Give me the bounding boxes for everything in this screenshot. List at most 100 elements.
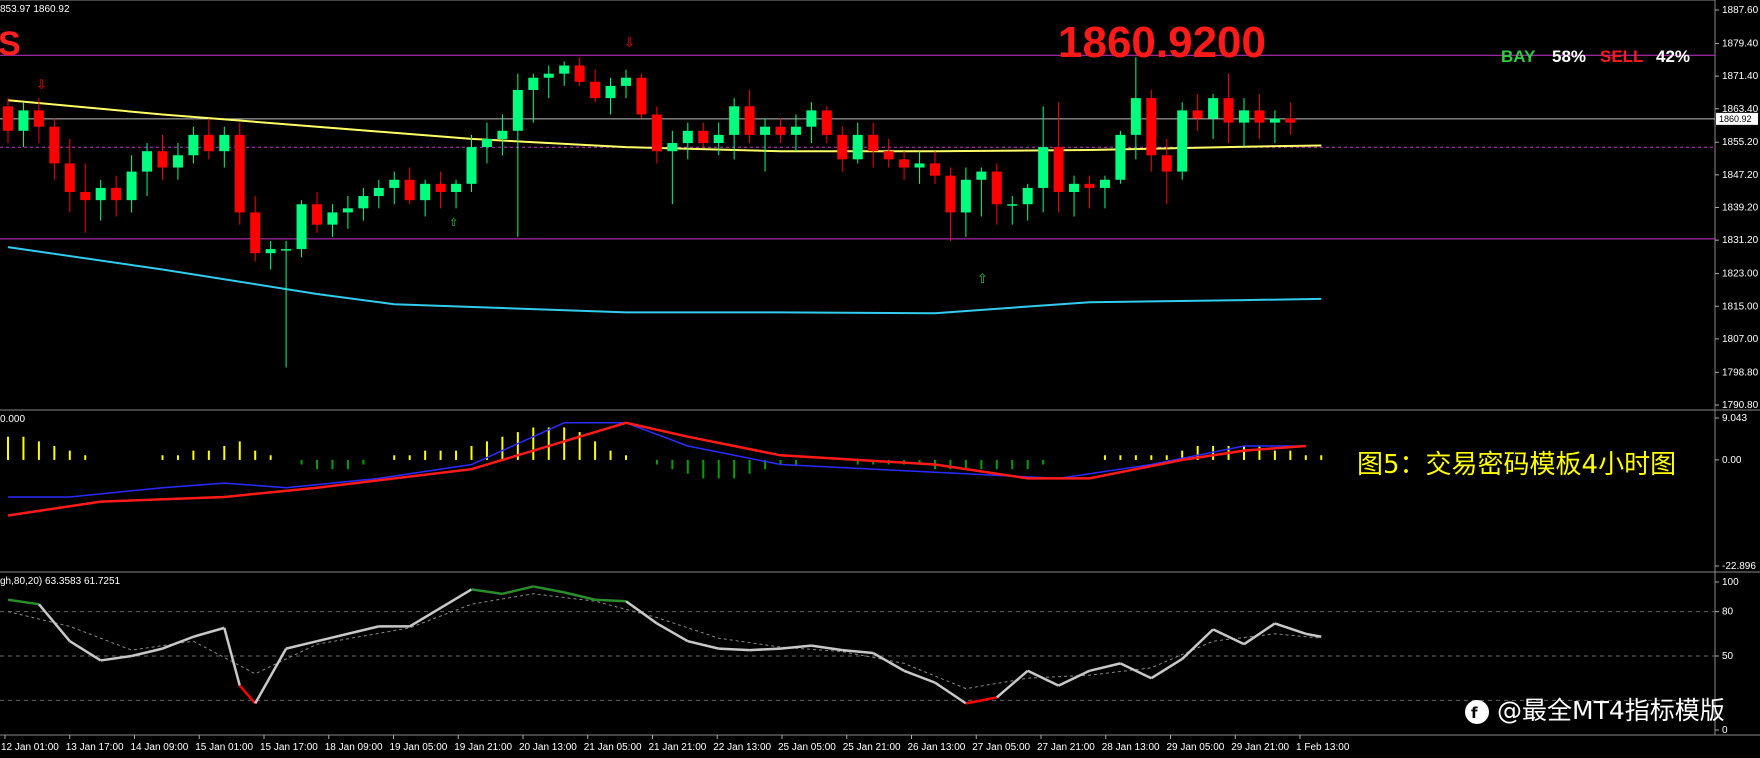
stoch-segment	[285, 639, 318, 650]
stoch-segment	[193, 626, 225, 638]
candle-body	[636, 77, 647, 115]
candle-body	[1084, 183, 1095, 188]
y-tick-label: 100	[1722, 577, 1739, 588]
candle-body	[64, 163, 75, 192]
x-tick-label: 27 Jan 21:00	[1037, 742, 1095, 753]
macd-panel: 9.043 0.00 -22.896 0.000 图5：交易密码模板4小时图	[0, 413, 1756, 572]
candle-body	[296, 204, 307, 250]
y-tick-label: 1887.60	[1722, 5, 1759, 16]
watermark-text: @最全MT4指标模版	[1497, 696, 1725, 725]
y-tick-label: 1855.20	[1722, 137, 1759, 148]
stoch-segment	[7, 598, 40, 606]
candle-body	[481, 138, 492, 148]
candle-body	[312, 204, 322, 225]
x-tick-label: 25 Jan 21:00	[843, 742, 901, 753]
candle-body	[760, 126, 771, 135]
candle-body	[991, 171, 1002, 205]
candle-body	[250, 212, 261, 254]
candle-body	[1192, 110, 1203, 119]
y-tick-label: 1790.80	[1722, 400, 1759, 411]
candle-body	[342, 208, 353, 213]
stochastic-label: gh,80,20) 63.3583 61.7251	[0, 576, 121, 587]
candle-body	[1053, 147, 1064, 192]
sell-percent: 42%	[1656, 47, 1690, 66]
candle-body	[3, 106, 13, 131]
signal-letter: S	[0, 25, 21, 63]
price-y-axis: 1887.601879.401871.401863.401855.201847.…	[1715, 5, 1759, 411]
candle-body	[1007, 204, 1018, 206]
chart-annotation: 图5：交易密码模板4小时图	[1357, 450, 1676, 480]
candle-body	[80, 191, 91, 201]
y-tick-label: 1871.40	[1722, 71, 1759, 82]
candle-body	[1269, 118, 1280, 123]
x-tick-label: 12 Jan 01:00	[1, 742, 59, 753]
bay-label: BAY	[1501, 47, 1536, 66]
stoch-segment	[254, 647, 288, 704]
candle-body	[33, 110, 44, 127]
candle-body	[281, 249, 292, 251]
candle-body	[466, 147, 477, 184]
macd-y-axis: 9.043 0.00 -22.896	[1715, 413, 1756, 572]
x-tick-label: 13 Jan 17:00	[66, 742, 124, 753]
candle-body	[1069, 183, 1080, 192]
candle-body	[327, 212, 338, 225]
macd-signal-line	[8, 422, 1306, 498]
stoch-segment	[471, 588, 503, 596]
stoch-segment	[995, 669, 1029, 699]
y-tick-label: 1831.20	[1722, 235, 1759, 246]
candle-body	[590, 81, 601, 99]
stoch-segment	[780, 644, 812, 650]
stoch-segment	[1212, 628, 1245, 646]
candle-body	[219, 134, 230, 152]
candle-body	[172, 155, 183, 168]
y-tick-label: 1815.00	[1722, 301, 1759, 312]
candle-body	[1239, 110, 1249, 123]
candle-body	[729, 106, 740, 135]
price-tag-label: 1860.92	[1719, 114, 1752, 124]
candle-body	[234, 134, 245, 213]
stoch-segment	[749, 647, 781, 652]
candle-body	[1223, 98, 1234, 123]
stoch-segment	[1058, 669, 1091, 687]
watermark: f @最全MT4指标模版	[1465, 696, 1725, 725]
x-tick-label: 22 Jan 13:00	[713, 742, 771, 753]
x-axis: 12 Jan 01:00 13 Jan 17:00 14 Jan 09:00 15 J…	[1, 735, 1350, 753]
lower-band-path	[7, 246, 1322, 315]
stoch-segment	[1243, 622, 1276, 646]
candle-body	[651, 114, 662, 152]
candle-body	[142, 151, 153, 172]
macd-main-path	[7, 421, 1306, 517]
price-panel: 1887.601879.401871.401863.401855.201847.…	[0, 0, 1760, 736]
sell-label: SELL	[1600, 47, 1643, 66]
current-price-big: 1860.9200	[1058, 18, 1266, 67]
x-tick-label: 19 Jan 21:00	[454, 742, 512, 753]
stoch-segment	[37, 603, 71, 643]
candle-body	[111, 187, 122, 201]
candle-body	[559, 65, 570, 74]
candle-body	[1099, 179, 1110, 188]
candle-body	[821, 110, 832, 135]
stoch-segment	[162, 635, 194, 650]
y-tick-label: 50	[1722, 651, 1734, 662]
candle-body	[1022, 187, 1033, 205]
stoch-segment	[656, 622, 689, 643]
candle-body	[1285, 118, 1296, 123]
up-arrow-icon: ⇧	[977, 272, 988, 287]
x-tick-label: 25 Jan 05:00	[778, 742, 836, 753]
candle-body	[95, 187, 106, 201]
stoch-segment	[1305, 632, 1322, 638]
stoch-signal-path	[7, 593, 1322, 690]
candle-body	[1115, 134, 1126, 180]
candle-body	[852, 134, 863, 160]
x-tick-label: 21 Jan 21:00	[649, 742, 707, 753]
bay-percent: 58%	[1552, 47, 1586, 66]
lower-band-line	[7, 246, 1322, 315]
stoch-segment	[502, 585, 534, 596]
stoch-segment	[533, 585, 565, 594]
stoch-segment	[1274, 622, 1307, 635]
candle-body	[744, 106, 755, 135]
stoch-segment	[100, 654, 132, 662]
x-tick-label: 29 Jan 05:00	[1167, 742, 1225, 753]
up-arrow-icon: ⇧	[449, 216, 458, 229]
candle-body	[18, 110, 29, 131]
